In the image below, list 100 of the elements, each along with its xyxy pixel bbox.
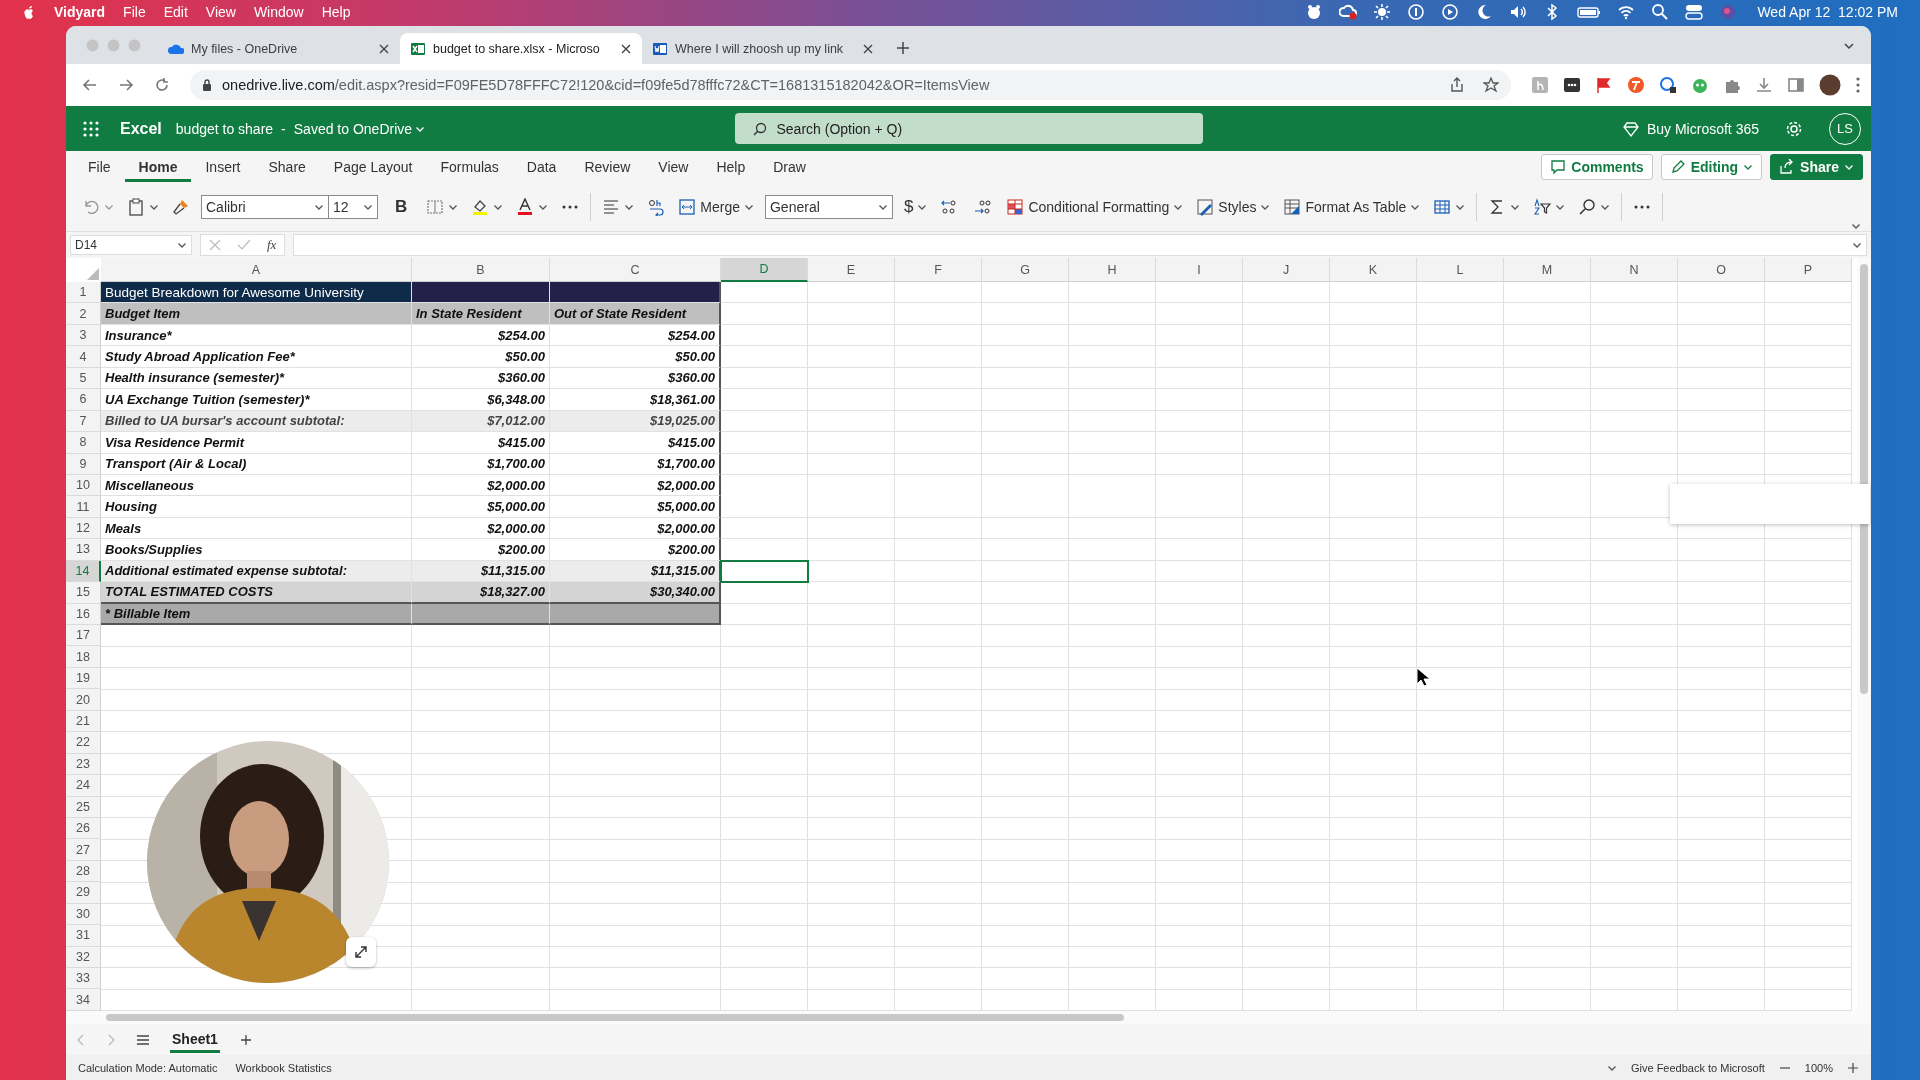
column-header[interactable]: E [808, 258, 895, 282]
plus-icon[interactable] [239, 1033, 252, 1046]
table-cell[interactable]: Meals [101, 517, 412, 540]
row-header[interactable]: 16 [66, 603, 101, 625]
wifi-icon[interactable] [1617, 3, 1636, 21]
column-header[interactable]: F [895, 258, 982, 282]
ribbon-tab[interactable]: Insert [191, 152, 255, 182]
share-button[interactable]: Share [1770, 154, 1863, 180]
table-cell[interactable]: $5,000.00 [550, 496, 721, 518]
row-header[interactable]: 18 [66, 646, 101, 668]
plus-icon[interactable] [896, 41, 910, 55]
avatar-icon[interactable] [1819, 74, 1841, 96]
browser-tab[interactable]: budget to share.xlsx - Microso [400, 33, 642, 64]
close-icon[interactable] [620, 42, 632, 55]
row-header[interactable]: 34 [66, 989, 101, 1011]
column-header[interactable]: G [982, 258, 1069, 282]
caret-icon[interactable] [363, 202, 373, 212]
table-cell[interactable]: $6,348.00 [412, 389, 550, 411]
column-header[interactable]: C [550, 258, 721, 282]
browser-tab[interactable]: Where I will zhoosh up my link [642, 33, 884, 64]
table-cell[interactable]: Out of State Resident [550, 303, 721, 325]
format-as-table-button[interactable]: Format As Table [1281, 196, 1423, 218]
row-header[interactable]: 20 [66, 689, 101, 711]
ribbon-tab[interactable]: File [74, 152, 125, 182]
caret-icon[interactable] [314, 202, 324, 212]
caret-icon[interactable] [1743, 162, 1754, 172]
ribbon-tab[interactable]: View [644, 152, 703, 182]
row-header[interactable]: 27 [66, 839, 101, 861]
name-box[interactable]: D14 [70, 235, 192, 255]
address-bar[interactable]: onedrive.live.com/edit.aspx?resid=F09FE5D78FFFC72!120&cid=f09fe5d78fffc72&CT=1681315182042&OR=ItemsView [190, 70, 1511, 100]
table-cell[interactable]: Transport (Air & Local) [101, 453, 412, 475]
apple-icon[interactable] [22, 4, 36, 20]
table-cell[interactable]: Additional estimated expense subtotal: [101, 560, 412, 583]
menu-item[interactable]: View [205, 4, 236, 20]
row-header[interactable]: 32 [66, 946, 101, 968]
insert-function-button[interactable]: fx [267, 237, 277, 253]
close-icon[interactable] [862, 42, 874, 55]
scrollbar[interactable] [1860, 264, 1868, 694]
settings-icon[interactable] [1785, 119, 1803, 138]
row-header[interactable]: 9 [66, 453, 101, 475]
table-cell[interactable]: $5,000.00 [412, 496, 550, 518]
column-header[interactable]: N [1591, 258, 1678, 282]
forward-icon[interactable] [118, 77, 134, 93]
table-cell[interactable] [550, 603, 721, 625]
table-cell[interactable]: $18,327.00 [412, 582, 550, 604]
table-cell[interactable]: Insurance* [101, 324, 412, 347]
column-header[interactable]: A [101, 258, 412, 282]
column-header[interactable]: J [1243, 258, 1330, 282]
table-cell[interactable]: $30,340.00 [550, 582, 721, 604]
sun-icon[interactable] [1373, 3, 1392, 21]
browser-tab[interactable]: My files - OneDrive [158, 33, 400, 64]
caret-icon[interactable] [1844, 162, 1854, 172]
caret-icon[interactable] [1410, 202, 1421, 212]
caret-icon[interactable] [877, 202, 888, 212]
extension-icon[interactable] [1563, 76, 1581, 94]
document-title[interactable]: budget to share [175, 120, 274, 137]
caret-icon[interactable] [493, 202, 504, 212]
zoom-level[interactable]: 100% [1804, 1061, 1833, 1074]
caret-icon[interactable] [1260, 202, 1271, 212]
table-cell[interactable]: Budget Item [101, 303, 412, 325]
caret-icon[interactable] [448, 202, 459, 212]
caret-icon[interactable] [917, 202, 928, 212]
table-cell[interactable]: $254.00 [550, 324, 721, 347]
row-header[interactable]: 8 [66, 432, 101, 454]
row-header[interactable]: 24 [66, 775, 101, 797]
column-header[interactable]: H [1069, 258, 1156, 282]
font-size-dropdown[interactable]: 12 [328, 195, 378, 219]
table-cell[interactable]: $50.00 [550, 346, 721, 368]
feedback-link[interactable]: Give Feedback to Microsoft [1630, 1061, 1765, 1074]
more-icon[interactable] [1855, 76, 1861, 94]
row-header[interactable]: 7 [66, 410, 101, 433]
row-header[interactable]: 11 [66, 496, 101, 518]
scrollbar[interactable] [106, 1014, 1124, 1021]
table-cell[interactable]: Budget Breakdown for Awesome University [101, 282, 412, 304]
check-icon[interactable] [237, 239, 251, 251]
download-icon[interactable] [1755, 76, 1773, 94]
column-header[interactable]: L [1417, 258, 1504, 282]
column-header[interactable]: D [721, 258, 808, 282]
chevron-down-icon[interactable] [1843, 40, 1855, 52]
table-cell[interactable]: * Billable Item [101, 603, 412, 625]
table-cell[interactable]: $254.00 [412, 324, 550, 347]
merge-button[interactable]: Merge [676, 196, 756, 218]
editing-button[interactable]: Editing [1660, 154, 1763, 180]
ribbon-tab[interactable]: Share [254, 152, 320, 182]
row-header[interactable]: 4 [66, 346, 101, 368]
close-icon[interactable] [378, 42, 390, 55]
expand-button[interactable] [346, 937, 376, 967]
table-cell[interactable]: $11,315.00 [550, 560, 721, 583]
row-header[interactable]: 2 [66, 303, 101, 325]
play-icon[interactable] [1441, 3, 1460, 21]
buy-link[interactable]: Buy Microsoft 365 [1622, 120, 1759, 137]
row-header[interactable]: 29 [66, 882, 101, 904]
table-cell[interactable]: $360.00 [550, 367, 721, 390]
row-header[interactable]: 6 [66, 389, 101, 411]
menu-item[interactable]: Edit [163, 4, 188, 20]
table-cell[interactable]: $11,315.00 [412, 560, 550, 583]
menu-item[interactable]: Window [253, 4, 304, 20]
table-cell[interactable]: $2,000.00 [550, 474, 721, 497]
search-icon[interactable] [1651, 3, 1670, 21]
row-header[interactable]: 14 [66, 560, 101, 583]
